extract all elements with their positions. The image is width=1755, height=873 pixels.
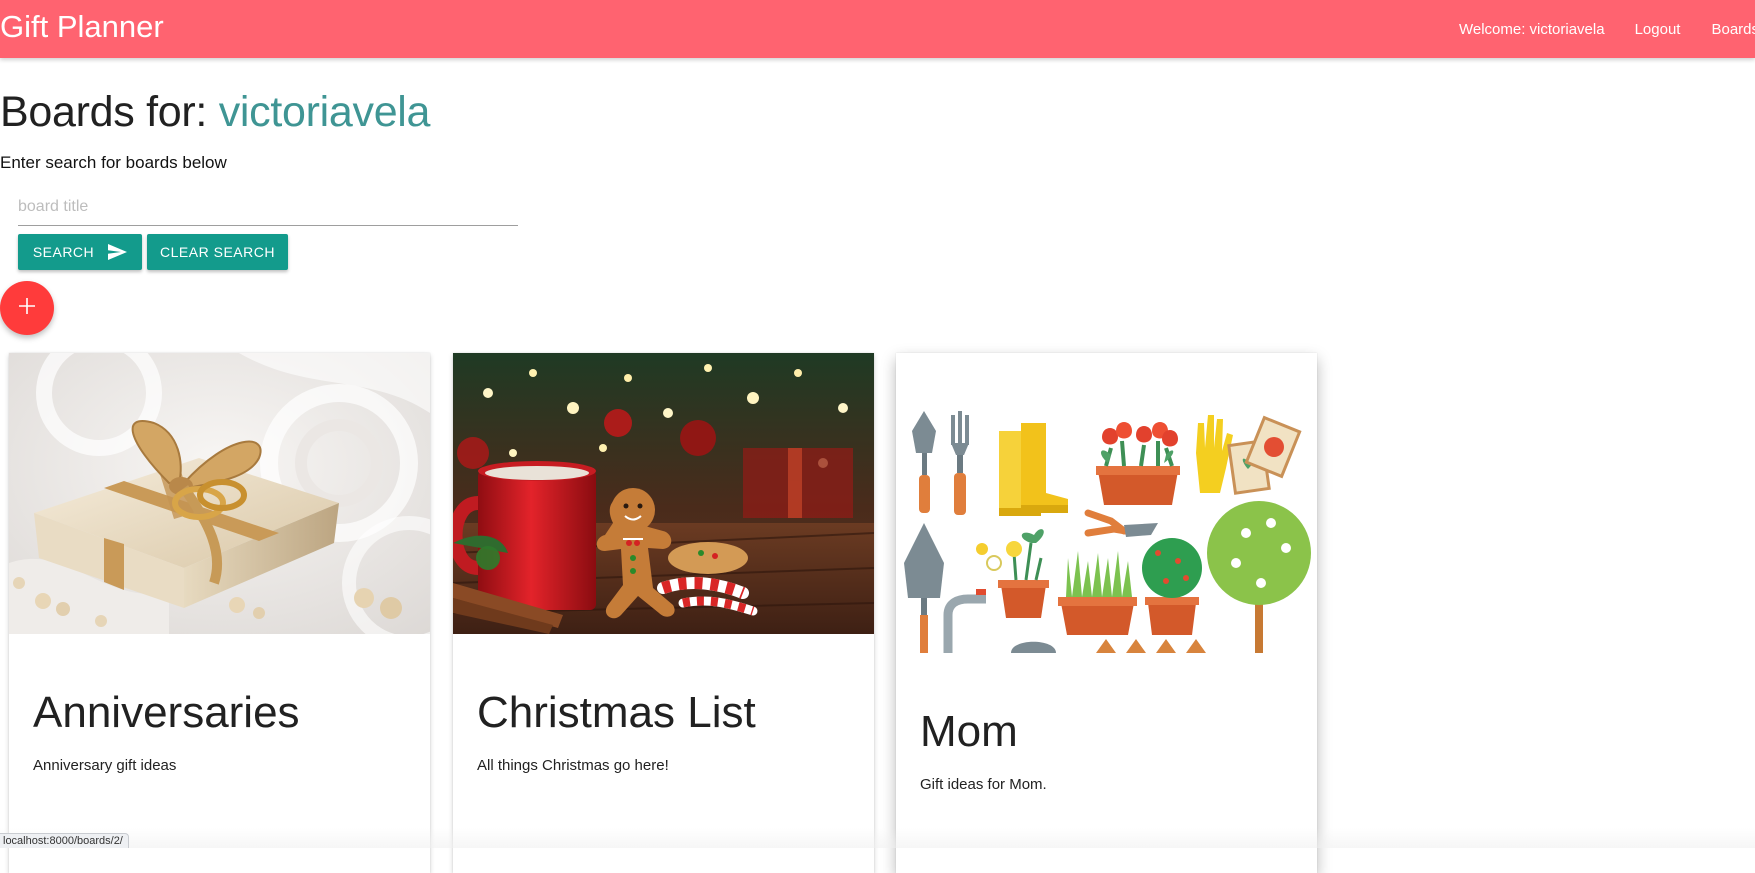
board-title[interactable]: Mom xyxy=(920,707,1018,757)
board-description: Gift ideas for Mom. xyxy=(920,776,1047,793)
search-instructions: Enter search for boards below xyxy=(0,153,227,172)
boards-link[interactable]: Boards xyxy=(1695,21,1755,38)
browser-status-url: localhost:8000/boards/2/ xyxy=(0,833,129,848)
logout-link[interactable]: Logout xyxy=(1620,21,1696,38)
board-image-mom[interactable] xyxy=(896,353,1317,653)
board-image-christmas[interactable] xyxy=(453,353,874,634)
board-title[interactable]: Anniversaries xyxy=(33,688,300,738)
page-title: Boards for: victoriavela xyxy=(0,88,430,137)
nav-links: Welcome: victoriavela Logout Boards xyxy=(1444,0,1755,58)
clear-search-button[interactable]: CLEAR SEARCH xyxy=(147,234,288,270)
search-button[interactable]: SEARCH xyxy=(18,234,142,270)
add-board-button[interactable] xyxy=(0,281,54,335)
search-input[interactable] xyxy=(18,188,518,226)
board-description: Anniversary gift ideas xyxy=(33,757,177,774)
search-button-label: SEARCH xyxy=(32,244,95,260)
board-description: All things Christmas go here! xyxy=(477,757,669,774)
navbar: Gift Planner Welcome: victoriavela Logou… xyxy=(0,0,1755,58)
page-title-username: victoriavela xyxy=(218,88,431,136)
send-icon xyxy=(108,244,128,260)
clear-search-button-label: CLEAR SEARCH xyxy=(160,244,275,260)
brand-logo[interactable]: Gift Planner xyxy=(0,9,164,45)
board-card[interactable]: Mom Gift ideas for Mom. xyxy=(896,353,1317,873)
board-title[interactable]: Christmas List xyxy=(477,688,756,738)
welcome-text: Welcome: victoriavela xyxy=(1458,20,1605,38)
board-card[interactable]: Anniversaries Anniversary gift ideas xyxy=(9,353,430,873)
board-card[interactable]: Christmas List All things Christmas go h… xyxy=(453,353,874,873)
page-title-prefix: Boards for: xyxy=(0,88,208,136)
plus-icon xyxy=(19,297,35,319)
board-image-anniversaries[interactable] xyxy=(9,353,430,634)
